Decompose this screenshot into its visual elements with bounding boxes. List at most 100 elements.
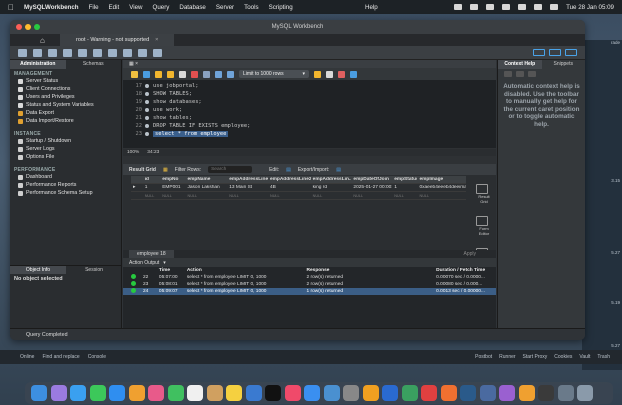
keyboard-icon[interactable] <box>502 4 511 10</box>
code-area[interactable]: 17 use jobportal; 18 SHOW TABLES; 19 show d… <box>123 80 496 148</box>
close-tab-icon[interactable]: × <box>155 37 158 43</box>
open-sql-file-icon[interactable] <box>33 48 42 57</box>
create-view-icon[interactable] <box>93 48 102 57</box>
search-table-data-icon[interactable] <box>138 48 147 57</box>
sidebar-item-performance-schema-setup[interactable]: Performance Schema Setup <box>10 189 121 197</box>
tab-object-info[interactable]: Object Info <box>10 266 66 274</box>
reconnect-icon[interactable] <box>153 48 162 57</box>
sidebar-item-data-export[interactable]: Data Export <box>10 109 121 117</box>
grid-header-cell[interactable]: empName <box>185 177 227 182</box>
save-icon[interactable] <box>143 70 150 78</box>
sidebar-item-data-import[interactable]: Data Import/Restore <box>10 117 121 125</box>
tab-context-help[interactable]: Context Help <box>498 60 542 69</box>
runner-link[interactable]: Runner <box>499 354 515 360</box>
menu-file[interactable]: File <box>89 4 99 11</box>
terminal-icon[interactable] <box>538 385 554 401</box>
grid-header-cell[interactable]: empAddressLine1 <box>227 177 268 182</box>
sidebar-item-status-variables[interactable]: Status and System Variables <box>10 101 121 109</box>
toggle-secondary-sidebar-icon[interactable] <box>565 49 577 56</box>
downloads-icon[interactable] <box>557 385 574 401</box>
menu-scripting[interactable]: Scripting <box>269 4 293 11</box>
sidebar-item-performance-reports[interactable]: Performance Reports <box>10 181 121 189</box>
grid-cell[interactable]: 1 <box>392 185 417 190</box>
tv-icon[interactable] <box>265 385 281 401</box>
new-sql-tab-icon[interactable] <box>18 48 27 57</box>
auto-help-icon[interactable] <box>528 71 536 77</box>
find-icon[interactable] <box>326 70 333 78</box>
apply-button[interactable]: Apply <box>463 251 476 257</box>
create-table-icon[interactable] <box>78 48 87 57</box>
toggle-commit-icon[interactable] <box>203 70 210 78</box>
settings-icon[interactable] <box>343 385 359 401</box>
app-icon[interactable] <box>518 385 535 401</box>
grid-cell[interactable]: NULL <box>311 194 352 198</box>
export-icon[interactable]: ▤ <box>336 167 341 173</box>
sidebar-item-server-logs[interactable]: Server Logs <box>10 145 121 153</box>
xcode-icon[interactable] <box>323 385 340 401</box>
grid-cell[interactable]: 13 Main St <box>227 185 268 190</box>
open-file-icon[interactable] <box>131 70 138 78</box>
table-row[interactable]: NULL NULL NULL NULL NULL NULL NULL NULL … <box>131 192 466 200</box>
start-proxy-link[interactable]: Start Proxy <box>523 354 548 360</box>
result-tab-employee[interactable]: employee 18 <box>129 250 174 258</box>
result-grid-view-button[interactable]: Result Grid <box>476 184 492 204</box>
app-icon[interactable] <box>421 385 437 401</box>
app-icon[interactable] <box>479 385 496 401</box>
grid-header-cell[interactable]: empImage <box>417 177 466 182</box>
mysql-workbench-icon[interactable] <box>460 385 476 401</box>
invisible-chars-icon[interactable] <box>338 70 345 78</box>
beautify-icon[interactable] <box>314 70 321 78</box>
menu-view[interactable]: View <box>129 4 142 11</box>
launchpad-icon[interactable] <box>50 385 67 401</box>
grid-cell[interactable]: 1 <box>143 185 161 190</box>
menu-tools[interactable]: Tools <box>244 4 258 11</box>
trash-icon[interactable] <box>577 385 593 401</box>
forward-icon[interactable] <box>516 71 524 77</box>
tab-session[interactable]: Session <box>66 266 122 274</box>
sidebar-item-server-status[interactable]: Server Status <box>10 77 121 85</box>
rollback-icon[interactable] <box>227 70 234 78</box>
app-icon[interactable] <box>499 385 515 401</box>
online-status[interactable]: Online <box>20 354 34 360</box>
battery-icon[interactable] <box>518 4 527 10</box>
tab-schemas[interactable]: Schemas <box>66 60 122 69</box>
calendar-icon[interactable] <box>187 385 203 401</box>
messages-icon[interactable] <box>89 385 106 401</box>
photos-icon[interactable] <box>148 385 164 401</box>
menu-database[interactable]: Database <box>179 4 206 11</box>
console-link[interactable]: Console <box>88 354 106 360</box>
safari-icon[interactable] <box>70 385 86 401</box>
execute-icon[interactable] <box>155 70 162 78</box>
contacts-icon[interactable] <box>206 385 223 401</box>
grid-header-cell[interactable]: empNo <box>160 177 185 182</box>
sidebar-item-options-file[interactable]: Options File <box>10 153 121 161</box>
search-icon[interactable] <box>550 4 559 10</box>
limit-rows-select[interactable]: Limit to 1000 rows ▾ <box>239 70 309 78</box>
output-row-selected[interactable]: 24 05:09:07 select * from employee LIMIT… <box>123 288 496 295</box>
menu-app[interactable]: MySQLWorkbench <box>24 4 79 11</box>
grid-icon[interactable]: ▦ <box>163 167 168 173</box>
create-schema-icon[interactable] <box>63 48 72 57</box>
commit-icon[interactable] <box>215 70 222 78</box>
grid-cell[interactable]: king rd <box>311 185 352 190</box>
grid-cell[interactable]: NULL <box>185 194 227 198</box>
explain-icon[interactable] <box>179 70 186 78</box>
chevron-down-icon[interactable]: ▾ <box>163 260 166 266</box>
stop-icon[interactable] <box>191 70 198 78</box>
vault-link[interactable]: Vault <box>579 354 590 360</box>
row-selector[interactable]: ▸ <box>131 185 143 190</box>
output-row[interactable]: 22 05:07:00 select * from employee LIMIT… <box>123 274 496 281</box>
grid-header-cell[interactable]: empDateOfJoin <box>351 177 392 182</box>
headphones-icon[interactable] <box>470 4 479 10</box>
result-grid-label[interactable]: Result Grid <box>129 167 156 173</box>
create-procedure-icon[interactable] <box>108 48 117 57</box>
table-row[interactable]: ▸ 1 EMP001 Jason Lakshan 13 Main St 4B k… <box>131 184 466 192</box>
tab-snippets[interactable]: Snippets <box>542 60 586 69</box>
schema-inspector-icon[interactable] <box>48 48 57 57</box>
freeform-icon[interactable] <box>245 385 262 401</box>
grid-header-cell[interactable]: empAddressLine2 <box>268 177 311 182</box>
grid-header-cell[interactable]: empAddressLin... <box>311 177 352 182</box>
music-icon[interactable] <box>284 385 301 401</box>
appstore-icon[interactable] <box>304 385 320 401</box>
grid-cell[interactable]: NULL <box>351 194 392 198</box>
